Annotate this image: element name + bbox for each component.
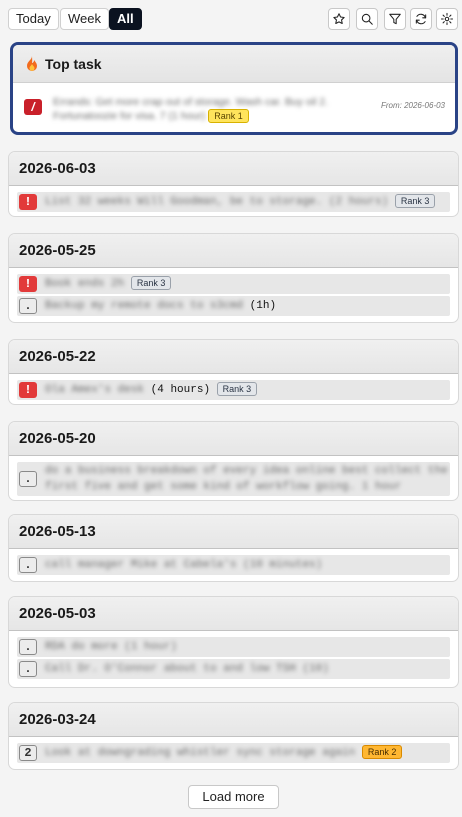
top-task-from-date: From: 2026-06-03 [380,101,445,110]
task-item[interactable]: 2 Look at downgrading whistler sync stor… [17,743,450,763]
task-text: RDA do more (1 hour) [45,641,178,653]
priority-badge: 2 [19,745,37,761]
rank-badge: Rank 3 [216,382,258,397]
task-duration: (1h) [249,300,277,312]
top-task-item[interactable]: / Errands: Get more crap out of storage.… [13,83,455,132]
task-text: List 32 weeks Will Goodman, be to storag… [45,196,389,208]
day-group: 2026-06-03 ! List 32 weeks Will Goodman,… [8,151,459,217]
filter-button[interactable] [384,8,406,30]
star-button[interactable] [328,8,350,30]
task-text: Call Dr. O'Connor about to and low TSH (… [45,663,329,675]
task-item[interactable]: ! Book ends 2h Rank 3 [17,274,450,294]
settings-button[interactable] [436,8,458,30]
priority-badge: . [19,471,37,487]
filter-icon [389,13,401,25]
priority-badge: ! [19,276,37,292]
task-text: Look at downgrading whistler sync storag… [45,747,356,759]
day-group: 2026-05-13 . call manager Mike at Cabela… [8,514,459,582]
day-date: 2026-03-24 [9,703,458,737]
day-group: 2026-05-03 . RDA do more (1 hour) . Call… [8,596,459,688]
task-duration: (4 hours) [150,384,211,396]
rank-badge: Rank 3 [394,194,436,209]
day-group: 2026-03-24 2 Look at downgrading whistle… [8,702,459,770]
search-icon [361,13,373,25]
toolbar: Today Week All [8,8,458,32]
gear-icon [440,12,454,26]
task-item[interactable]: ! List 32 weeks Will Goodman, be to stor… [17,192,450,212]
tab-week[interactable]: Week [60,8,109,30]
task-text: do a business breakdown of every idea on… [45,465,448,493]
day-date: 2026-05-20 [9,422,458,456]
task-item[interactable]: . RDA do more (1 hour) [17,637,450,657]
tab-all[interactable]: All [109,8,142,30]
day-date: 2026-06-03 [9,152,458,186]
top-task-text: Errands: Get more crap out of storage. W… [53,96,329,122]
top-task-title: Top task [45,55,102,72]
priority-badge: ! [19,194,37,210]
day-date: 2026-05-25 [9,234,458,268]
priority-badge: ! [19,382,37,398]
fire-icon [27,55,37,71]
task-item[interactable]: . do a business breakdown of every idea … [17,462,450,496]
task-item[interactable]: . Backup my remote docs to s3cmd (1h) [17,296,450,316]
priority-badge: . [19,639,37,655]
rank-badge: Rank 2 [361,745,403,760]
refresh-button[interactable] [410,8,432,30]
task-text: call manager Mike at Cabela's (10 minute… [45,559,323,571]
day-date: 2026-05-13 [9,515,458,549]
task-text: Book ends 2h [45,278,125,290]
top-task-header: Top task [13,45,455,83]
priority-badge: . [19,661,37,677]
priority-badge: . [19,298,37,314]
task-item[interactable]: . call manager Mike at Cabela's (10 minu… [17,555,450,575]
search-button[interactable] [356,8,378,30]
task-text: Ola Amex's desk [45,384,145,396]
day-group: 2026-05-20 . do a business breakdown of … [8,421,459,501]
load-more-button[interactable]: Load more [188,785,279,809]
task-text: Backup my remote docs to s3cmd [45,300,244,312]
priority-badge: . [19,557,37,573]
tab-today[interactable]: Today [8,8,59,30]
priority-badge: / [24,99,42,115]
rank-badge: Rank 1 [208,109,249,124]
task-item[interactable]: . Call Dr. O'Connor about to and low TSH… [17,659,450,679]
refresh-icon [415,13,427,25]
day-group: 2026-05-25 ! Book ends 2h Rank 3 . Backu… [8,233,459,323]
task-item[interactable]: ! Ola Amex's desk (4 hours) Rank 3 [17,380,450,400]
rank-badge: Rank 3 [130,276,172,291]
star-icon [333,13,345,25]
day-group: 2026-05-22 ! Ola Amex's desk (4 hours) R… [8,339,459,405]
day-date: 2026-05-22 [9,340,458,374]
top-task-card: Top task / Errands: Get more crap out of… [10,42,458,135]
day-date: 2026-05-03 [9,597,458,631]
